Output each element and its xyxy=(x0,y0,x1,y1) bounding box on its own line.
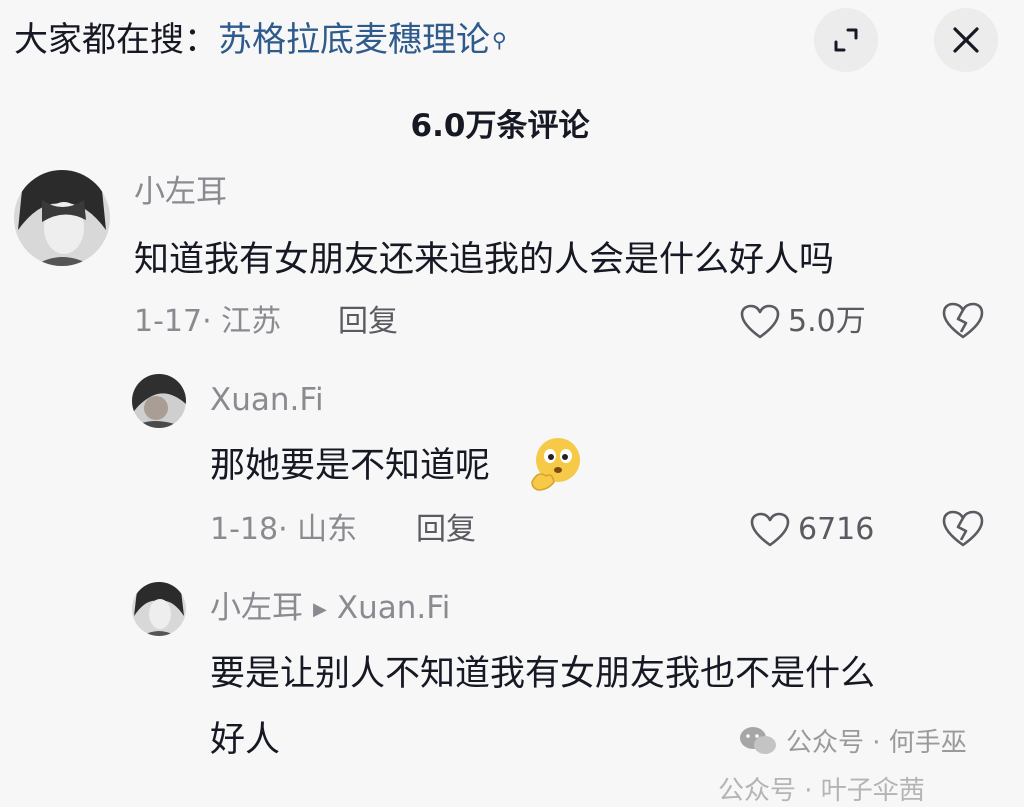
comment-username[interactable]: 小左耳 xyxy=(134,172,227,212)
avatar[interactable] xyxy=(14,170,110,266)
close-button[interactable] xyxy=(934,8,998,72)
search-suggestion-prefix: 大家都在搜： xyxy=(14,20,218,60)
expand-button[interactable] xyxy=(814,8,878,72)
dislike-button[interactable] xyxy=(942,510,984,552)
reply-username[interactable]: Xuan.Fi xyxy=(210,380,324,420)
reply-text: 那她要是不知道呢 xyxy=(210,446,491,486)
watermark: 公众号 · 何手巫 xyxy=(738,722,967,759)
search-suggestion[interactable]: 大家都在搜：苏格拉底麦穗理论 ⚲ xyxy=(14,18,507,62)
avatar-image xyxy=(132,374,186,428)
reply-to-username[interactable]: Xuan.Fi xyxy=(337,590,451,626)
reply-text-continued: 好人 xyxy=(210,720,281,760)
like-button[interactable]: 6716 xyxy=(750,510,874,550)
like-count: 6716 xyxy=(798,512,875,547)
wechat-icon xyxy=(740,726,776,754)
reply-username[interactable]: 小左耳 xyxy=(210,590,303,626)
avatar-image xyxy=(14,170,110,266)
reply-button[interactable]: 回复 xyxy=(338,302,398,342)
watermark-text: 公众号 · 何手巫 xyxy=(786,728,967,758)
comment-meta: 1-17· 江苏 xyxy=(134,304,282,339)
reply-button[interactable]: 回复 xyxy=(416,510,476,550)
search-icon: ⚲ xyxy=(492,28,507,52)
heart-icon xyxy=(750,512,790,547)
broken-heart-icon xyxy=(942,302,984,339)
search-suggestion-term[interactable]: 苏格拉底麦穗理论 xyxy=(218,20,490,60)
heart-icon xyxy=(740,304,780,339)
reply-to-arrow-icon: ▶ xyxy=(313,598,327,620)
watermark-secondary: 公众号 · 叶子伞茜 xyxy=(718,776,925,806)
reply-text: 要是让别人不知道我有女朋友我也不是什么 xyxy=(210,654,876,694)
thinking-emoji-icon xyxy=(531,438,580,491)
expand-icon xyxy=(834,28,858,52)
broken-heart-icon xyxy=(942,510,984,547)
reply-meta: 1-18· 山东 xyxy=(210,512,358,547)
comment-count-title: 6.0万条评论 xyxy=(410,108,590,144)
dislike-button[interactable] xyxy=(942,302,984,344)
comment-text: 知道我有女朋友还来追我的人会是什么好人吗 xyxy=(134,240,835,280)
avatar-image xyxy=(132,582,186,636)
reply-avatar[interactable] xyxy=(132,374,186,428)
reply-header: 小左耳 ▶ Xuan.Fi xyxy=(210,588,450,630)
like-button[interactable]: 5.0万 xyxy=(740,302,866,342)
reply-avatar[interactable] xyxy=(132,582,186,636)
like-count: 5.0万 xyxy=(788,304,866,339)
close-icon xyxy=(953,27,979,53)
top-bar: 大家都在搜：苏格拉底麦穗理论 ⚲ xyxy=(0,0,1024,88)
